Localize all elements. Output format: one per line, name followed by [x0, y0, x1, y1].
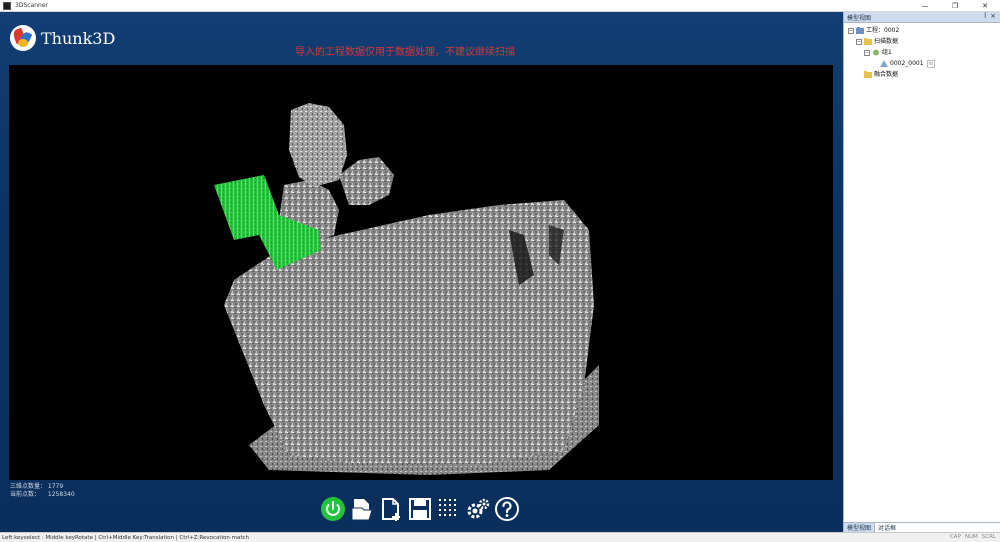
logo-icon: [10, 25, 36, 51]
tree-item-fusion-data[interactable]: 融合数据: [848, 69, 1000, 80]
import-warning-message: 导入的工程数据仅用于数据处理，不建议继续扫描: [295, 47, 515, 58]
model-view-panel: 模型视图 ꟾ × − 工程：0002 − 扫描数据 − 组1 0002_0001…: [843, 12, 1000, 532]
folder-icon: [864, 71, 872, 78]
tab-model-view[interactable]: 模型视图: [844, 523, 876, 532]
tree-item-scan-data[interactable]: − 扫描数据: [848, 36, 1000, 47]
status-hint: Left keyselect : Middle keyRotate | Ctrl…: [2, 534, 250, 541]
open-project-button[interactable]: [349, 496, 375, 522]
window-controls: — ❐ ✕: [910, 0, 1000, 12]
status-bar: Left keyselect : Middle keyRotate | Ctrl…: [0, 532, 1000, 542]
close-button[interactable]: ✕: [970, 0, 1000, 12]
settings-button[interactable]: [465, 496, 491, 522]
group-icon: [873, 49, 879, 56]
open-file-icon: [351, 499, 373, 521]
points-label: 三维点数量：: [10, 483, 47, 490]
power-icon: [321, 497, 345, 521]
project-icon: [856, 27, 864, 34]
status-indicators: CAP NUM SCRL: [950, 534, 996, 540]
panel-close-button[interactable]: ×: [990, 12, 996, 20]
save-icon: [409, 498, 431, 520]
gear-icon: [467, 498, 490, 519]
grid-icon: [439, 499, 456, 516]
panel-title: 模型视图: [847, 14, 872, 22]
main-workspace: Thunk3D 导入的工程数据仅用于数据处理，不建议继续扫描 三维点数量： 17…: [0, 12, 843, 532]
tree-label-project: 工程：0002: [866, 27, 900, 34]
point-grid-button[interactable]: [436, 496, 462, 522]
caps-indicator: CAP: [949, 534, 961, 540]
num-indicator: NUM: [964, 534, 978, 540]
collapse-icon[interactable]: −: [856, 38, 862, 45]
logo-text: Thunk3D: [41, 28, 116, 48]
panel-header: 模型视图 ꟾ ×: [844, 12, 1000, 23]
points-value: 1779: [47, 483, 64, 490]
tab-dialog[interactable]: 对话框: [875, 523, 899, 532]
tree-label-group: 组1: [882, 49, 892, 56]
tree-item-project[interactable]: − 工程：0002: [848, 25, 1000, 36]
scan-tag: m: [926, 59, 936, 68]
save-button[interactable]: [407, 496, 433, 522]
collapse-icon[interactable]: −: [848, 27, 854, 34]
power-button[interactable]: [320, 496, 346, 522]
point-cloud-render[interactable]: [9, 65, 833, 480]
tree-label-scan-data: 扫描数据: [874, 38, 899, 45]
bottom-toolbar: [320, 496, 520, 522]
scroll-indicator: SCRL: [981, 534, 996, 540]
folder-icon: [864, 38, 872, 45]
app-icon: [3, 1, 11, 10]
project-tree: − 工程：0002 − 扫描数据 − 组1 0002_0001 m 融合数据: [844, 23, 1000, 80]
restore-button[interactable]: ❐: [940, 0, 970, 12]
scan-icon: [880, 60, 888, 67]
current-points-value: 1258340: [47, 491, 75, 498]
help-icon: [495, 497, 519, 521]
panel-tabs: 模型视图 对话框: [844, 522, 1000, 532]
help-button[interactable]: [494, 496, 520, 522]
point-statistics: 三维点数量： 1779 当前点数： 1258340: [10, 483, 75, 499]
window-title: 3DScanner: [15, 2, 48, 9]
collapse-icon[interactable]: −: [864, 49, 870, 56]
title-bar: 3DScanner — ❐ ✕: [0, 0, 1000, 12]
scan-figure-arm: [339, 157, 394, 205]
tree-item-scan[interactable]: 0002_0001 m: [848, 58, 1000, 69]
new-file-icon: [382, 498, 400, 521]
tree-label-scan: 0002_0001: [890, 60, 924, 67]
tree-label-fusion-data: 融合数据: [874, 71, 899, 78]
pin-button[interactable]: ꟾ: [984, 13, 986, 20]
current-points-label: 当前点数：: [10, 491, 41, 498]
new-project-button[interactable]: [378, 496, 404, 522]
3d-viewport[interactable]: [9, 65, 833, 480]
minimize-button[interactable]: —: [910, 0, 940, 12]
brand-logo: Thunk3D: [10, 25, 115, 51]
scan-figure-head: [289, 103, 347, 187]
tree-item-group[interactable]: − 组1: [848, 47, 1000, 58]
